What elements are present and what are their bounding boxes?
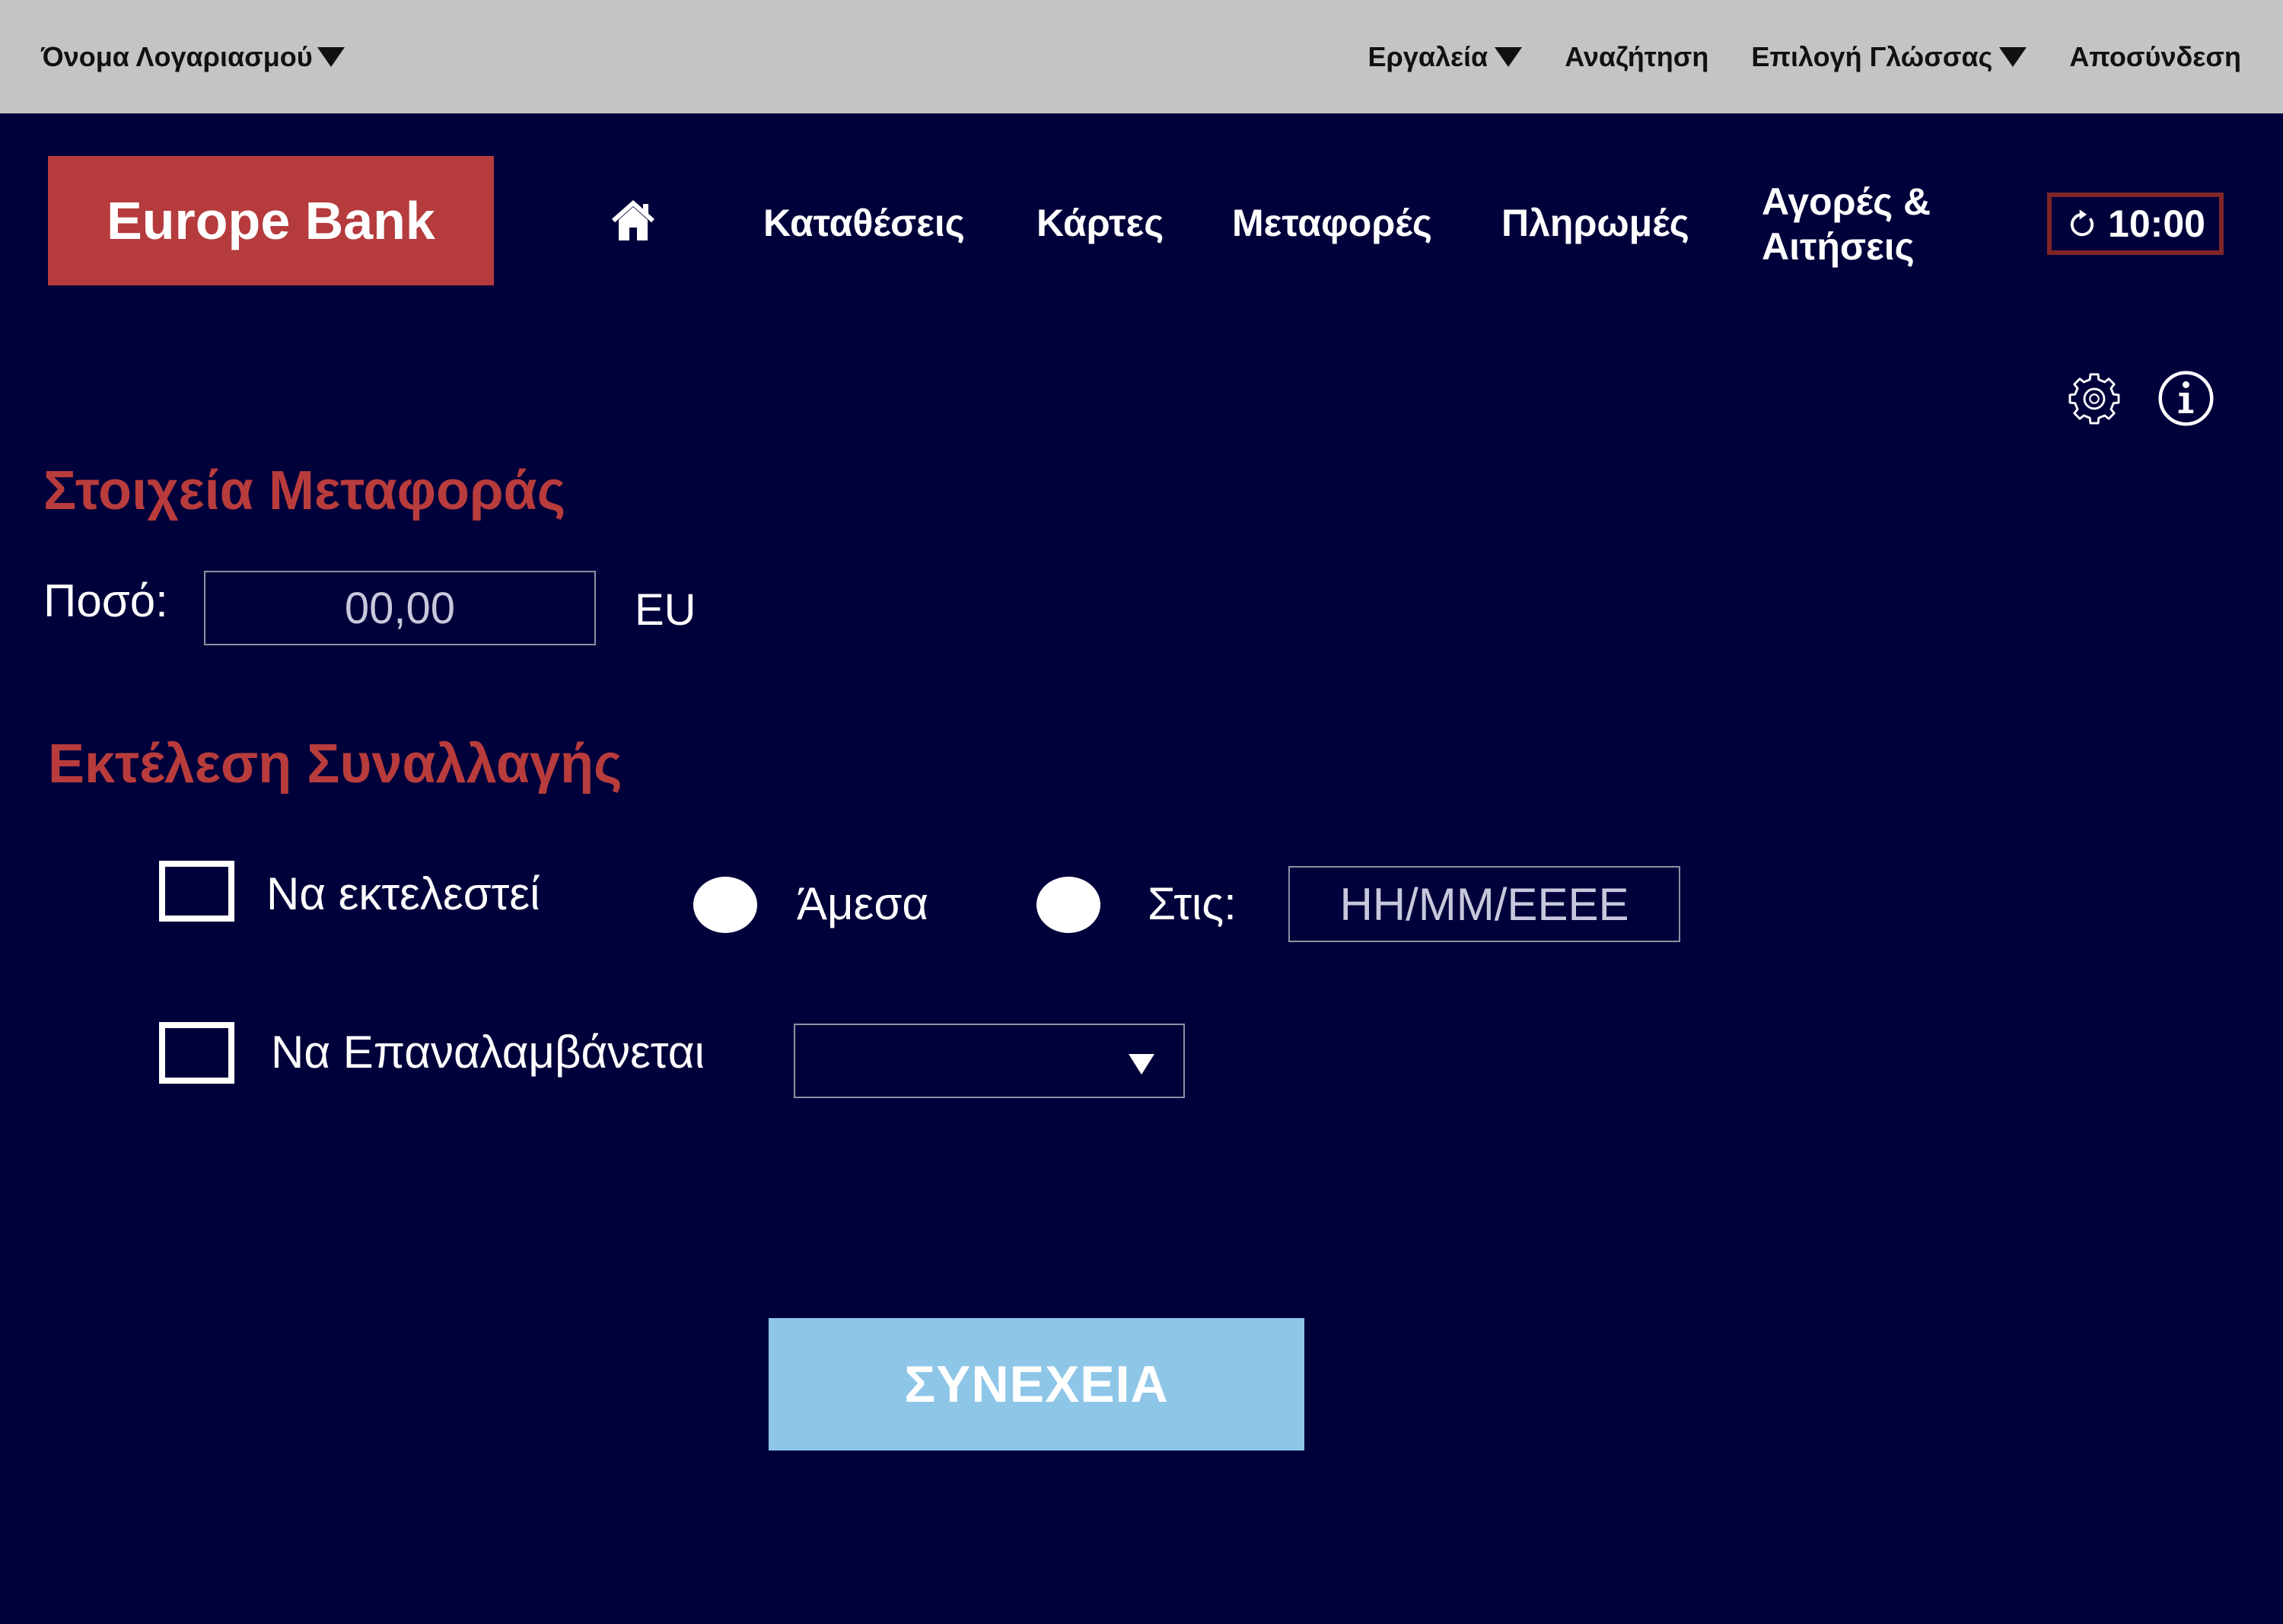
caret-down-icon [1999,46,2027,67]
top-bar-left: Όνομα Λογαριασμού [41,0,345,113]
tools-menu[interactable]: Εργαλεία [1368,41,1523,73]
language-label: Επιλογή Γλώσσας [1751,40,1993,72]
home-button[interactable] [610,199,656,242]
settings-button[interactable] [2067,371,2122,426]
transfer-details-heading: Στοιχεία Μεταφοράς [43,460,566,521]
nav-payments[interactable]: Πληρωμές [1501,200,1689,246]
logout-label: Αποσύνδεση [2069,40,2241,72]
account-name-label: Όνομα Λογαριασμού [41,40,313,72]
gear-icon [2068,373,2120,425]
top-utility-bar: Όνομα Λογαριασμού Εργαλεία Αναζήτηση Επι… [0,0,2283,113]
amount-input[interactable] [204,571,596,645]
caret-down-icon [317,46,345,67]
date-input[interactable] [1288,866,1680,942]
search-link[interactable]: Αναζήτηση [1565,41,1708,73]
nav-cards[interactable]: Κάρτες [1036,200,1164,246]
caret-down-icon [1129,1054,1154,1075]
refresh-icon [2070,209,2094,237]
caret-down-icon [1495,46,1523,67]
scheduled-label: Στις: [1148,878,1237,929]
repeat-label: Να Επαναλαμβάνεται [271,1027,705,1078]
scheduled-radio[interactable] [1036,877,1100,933]
nav-deposits[interactable]: Καταθέσεις [763,200,965,246]
info-button[interactable] [2157,370,2215,427]
tools-label: Εργαλεία [1368,40,1489,72]
amount-label: Ποσό: [43,575,168,626]
nav-purchases-requests[interactable]: Αγορές & Αιτήσεις [1762,180,1952,269]
session-timer[interactable]: 10:00 [2047,193,2224,255]
continue-button[interactable]: ΣΥΝΕΧΕΙΑ [769,1318,1304,1450]
execute-label: Να εκτελεστεί [266,868,540,919]
info-icon [2158,371,2214,426]
immediate-label: Άμεσα [797,878,929,929]
home-icon [612,199,654,240]
bank-logo[interactable]: Europe Bank [48,156,494,285]
execution-heading: Εκτέλεση Συναλλαγής [48,734,622,794]
language-menu[interactable]: Επιλογή Γλώσσας [1751,41,2027,73]
currency-label: EU [635,585,696,635]
execute-checkbox[interactable] [159,861,234,922]
continue-button-label: ΣΥΝΕΧΕΙΑ [904,1355,1169,1413]
logo-text: Europe Bank [107,191,435,250]
logout-link[interactable]: Αποσύνδεση [2069,41,2241,73]
immediate-radio[interactable] [693,877,757,933]
session-timer-value: 10:00 [2108,202,2205,245]
search-label: Αναζήτηση [1565,40,1709,72]
repeat-checkbox[interactable] [159,1022,234,1084]
repeat-frequency-select[interactable] [794,1024,1185,1098]
account-name-menu[interactable]: Όνομα Λογαριασμού [41,41,345,73]
nav-transfers[interactable]: Μεταφορές [1232,200,1432,246]
top-bar-right: Εργαλεία Αναζήτηση Επιλογή Γλώσσας Αποσύ… [1368,0,2241,113]
